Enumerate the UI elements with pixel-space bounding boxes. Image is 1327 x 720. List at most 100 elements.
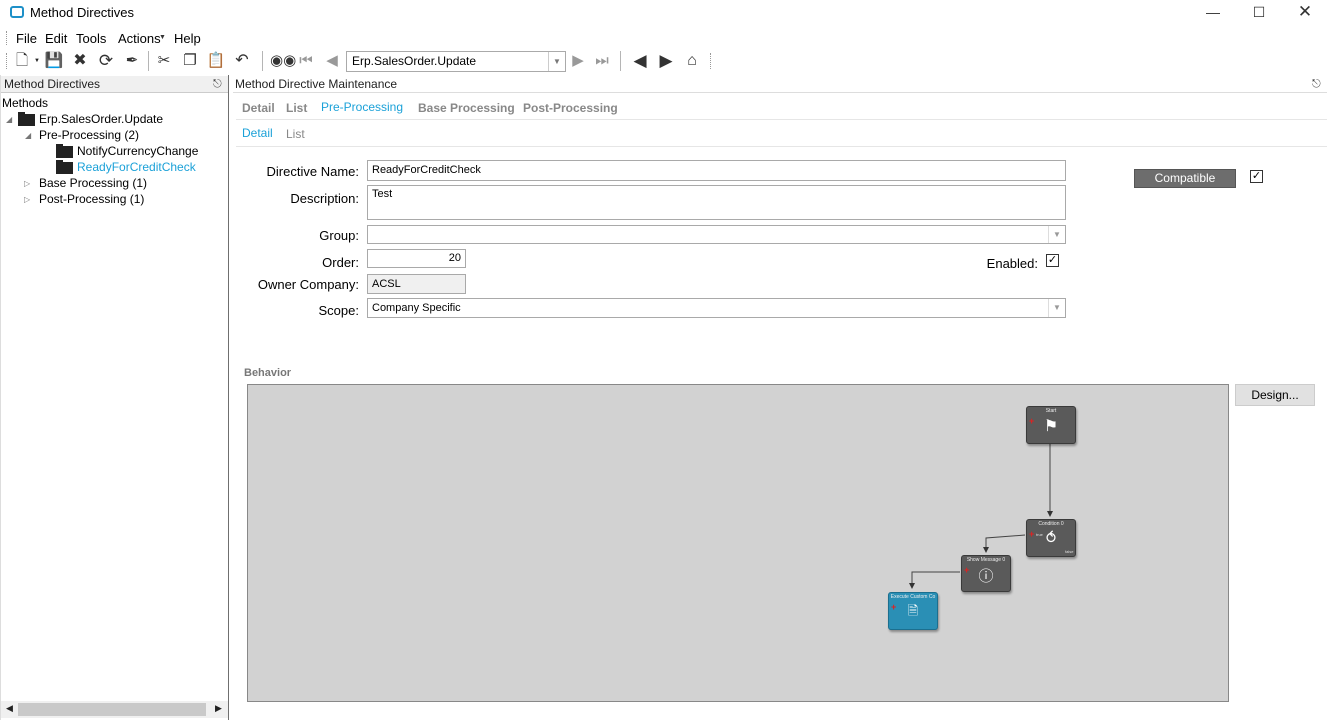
menu-edit[interactable]: Edit (45, 31, 67, 46)
tab-post-processing[interactable]: Post-Processing (523, 101, 618, 115)
toolbar-grip (710, 53, 712, 69)
collapse-icon[interactable]: ◢ (6, 115, 12, 124)
menu-actions[interactable]: Actions (118, 31, 161, 46)
node-title: Execute Custom Co (890, 594, 936, 600)
panel-splitter[interactable] (229, 75, 233, 720)
expand-icon[interactable]: ▷ (24, 195, 30, 204)
cut-icon[interactable]: ✂ (154, 52, 174, 70)
tab-detail[interactable]: Detail (242, 101, 275, 115)
clear-icon[interactable]: ✒ (122, 52, 142, 70)
tree-node-base-processing[interactable]: Base Processing (1) (39, 176, 147, 190)
enabled-checkbox[interactable]: ✓ (1046, 254, 1059, 267)
collapse-icon[interactable]: ◢ (25, 131, 31, 140)
forward-icon[interactable]: ▶ (656, 52, 676, 70)
toolbar-grip (6, 53, 8, 69)
code-file-icon: 🗎 (907, 603, 919, 618)
maximize-button[interactable]: ☐ (1236, 0, 1282, 26)
menu-tools[interactable]: Tools (76, 31, 106, 46)
right-panel-header: Method Directive Maintenance (233, 76, 1327, 93)
back-icon[interactable]: ◀ (630, 52, 650, 70)
node-title: Show Message 0 (966, 557, 1006, 563)
divider (236, 119, 1327, 120)
refresh-icon[interactable]: ⟳ (96, 52, 116, 70)
behavior-label: Behavior (244, 367, 292, 379)
pin-icon[interactable]: ⎋ (1312, 78, 1321, 91)
owner-company-field: ACSL (367, 274, 466, 294)
window-title: Method Directives (30, 5, 135, 20)
order-label: Order: (322, 255, 359, 270)
owner-company-label: Owner Company: (257, 277, 359, 292)
minimize-button[interactable]: — (1190, 0, 1236, 26)
copy-icon[interactable]: ❐ (180, 52, 200, 70)
left-panel-header: Method Directives (1, 76, 228, 93)
chevron-down-icon[interactable]: ▼ (548, 52, 565, 71)
menu-help[interactable]: Help (174, 31, 201, 46)
scrollbar-thumb[interactable] (18, 703, 206, 716)
condition-false-label: false (1065, 549, 1074, 554)
right-panel-title: Method Directive Maintenance (235, 77, 398, 91)
binoculars-icon[interactable]: ◉◉ (270, 52, 296, 70)
description-label: Description: (290, 191, 359, 206)
node-title: Condition 0 (1038, 521, 1064, 527)
next-record-icon[interactable]: ▶ (568, 52, 588, 70)
condition-icon: ⥀ (1045, 530, 1057, 547)
title-bar (0, 0, 1327, 26)
enabled-label: Enabled: (986, 256, 1038, 271)
chevron-down-icon[interactable]: ▼ (1048, 299, 1065, 317)
app-icon (10, 6, 24, 18)
tree-root: Methods (2, 96, 49, 110)
tree-node-ready-for-credit-check[interactable]: ReadyForCreditCheck (77, 160, 196, 174)
actions-dropdown-icon: ▼ (159, 34, 166, 41)
workflow-node-condition[interactable]: Condition 0 + true ⥀ false (1026, 519, 1076, 557)
tab-list[interactable]: List (286, 101, 307, 115)
scope-combo[interactable]: Company Specific (367, 298, 1066, 318)
folder-icon (56, 160, 73, 174)
folder-icon (56, 144, 73, 158)
tree-node-pre-processing[interactable]: Pre-Processing (2) (39, 128, 139, 142)
order-input[interactable]: 20 (367, 249, 466, 268)
last-record-icon[interactable]: ⏭ (592, 52, 612, 70)
description-textarea[interactable]: Test (367, 185, 1066, 220)
tab-base-processing[interactable]: Base Processing (418, 101, 515, 115)
info-message-icon: ⓘ (978, 568, 994, 585)
scroll-left-icon[interactable]: ◀ (6, 703, 13, 714)
compatible-checkbox[interactable]: ✓ (1250, 170, 1263, 183)
workflow-node-show-message[interactable]: Show Message 0 + ⓘ (961, 555, 1011, 592)
group-label: Group: (319, 228, 359, 243)
group-combo[interactable] (367, 225, 1066, 244)
delete-icon[interactable]: ✖ (70, 52, 90, 70)
toolbar-separator (620, 51, 621, 71)
directive-name-label: Directive Name: (266, 164, 359, 179)
directive-name-input[interactable]: ReadyForCreditCheck (367, 160, 1066, 181)
undo-icon[interactable]: ↶ (232, 52, 252, 70)
toolbar-separator (148, 51, 149, 71)
previous-record-icon[interactable]: ◀ (322, 52, 342, 70)
menu-grip (6, 31, 8, 45)
save-icon[interactable]: 💾 (44, 52, 64, 70)
pin-icon[interactable]: ⎋ (213, 78, 222, 91)
tree-node-post-processing[interactable]: Post-Processing (1) (39, 192, 144, 206)
subtab-list[interactable]: List (286, 127, 305, 141)
tree-node-method[interactable]: Erp.SalesOrder.Update (39, 112, 163, 126)
design-button[interactable]: Design... (1235, 384, 1315, 406)
folder-icon (18, 112, 35, 126)
new-icon[interactable]: 🗋 (12, 52, 32, 70)
new-dropdown-icon[interactable]: ▼ (34, 58, 40, 64)
close-button[interactable]: ✕ (1282, 0, 1327, 26)
method-selector[interactable]: Erp.SalesOrder.Update (346, 51, 566, 72)
first-record-icon[interactable]: ⏮ (296, 52, 316, 70)
workflow-node-execute-custom-code[interactable]: Execute Custom Co + 🗎 (888, 592, 938, 630)
home-icon[interactable]: ⌂ (682, 52, 702, 70)
subtab-detail[interactable]: Detail (242, 126, 273, 140)
flag-icon: ⚑ (1043, 418, 1059, 435)
paste-icon[interactable]: 📋 (206, 52, 226, 70)
tree-node-notify-currency-change[interactable]: NotifyCurrencyChange (77, 144, 198, 158)
workflow-node-start[interactable]: Start + ⚑ (1026, 406, 1076, 444)
compatible-button[interactable]: Compatible (1134, 169, 1236, 188)
chevron-down-icon[interactable]: ▼ (1048, 226, 1065, 243)
scroll-right-icon[interactable]: ▶ (215, 703, 222, 714)
expand-icon[interactable]: ▷ (24, 179, 30, 188)
tab-pre-processing[interactable]: Pre-Processing (321, 100, 403, 114)
node-title: Start (1045, 408, 1057, 414)
menu-file[interactable]: File (16, 31, 37, 46)
